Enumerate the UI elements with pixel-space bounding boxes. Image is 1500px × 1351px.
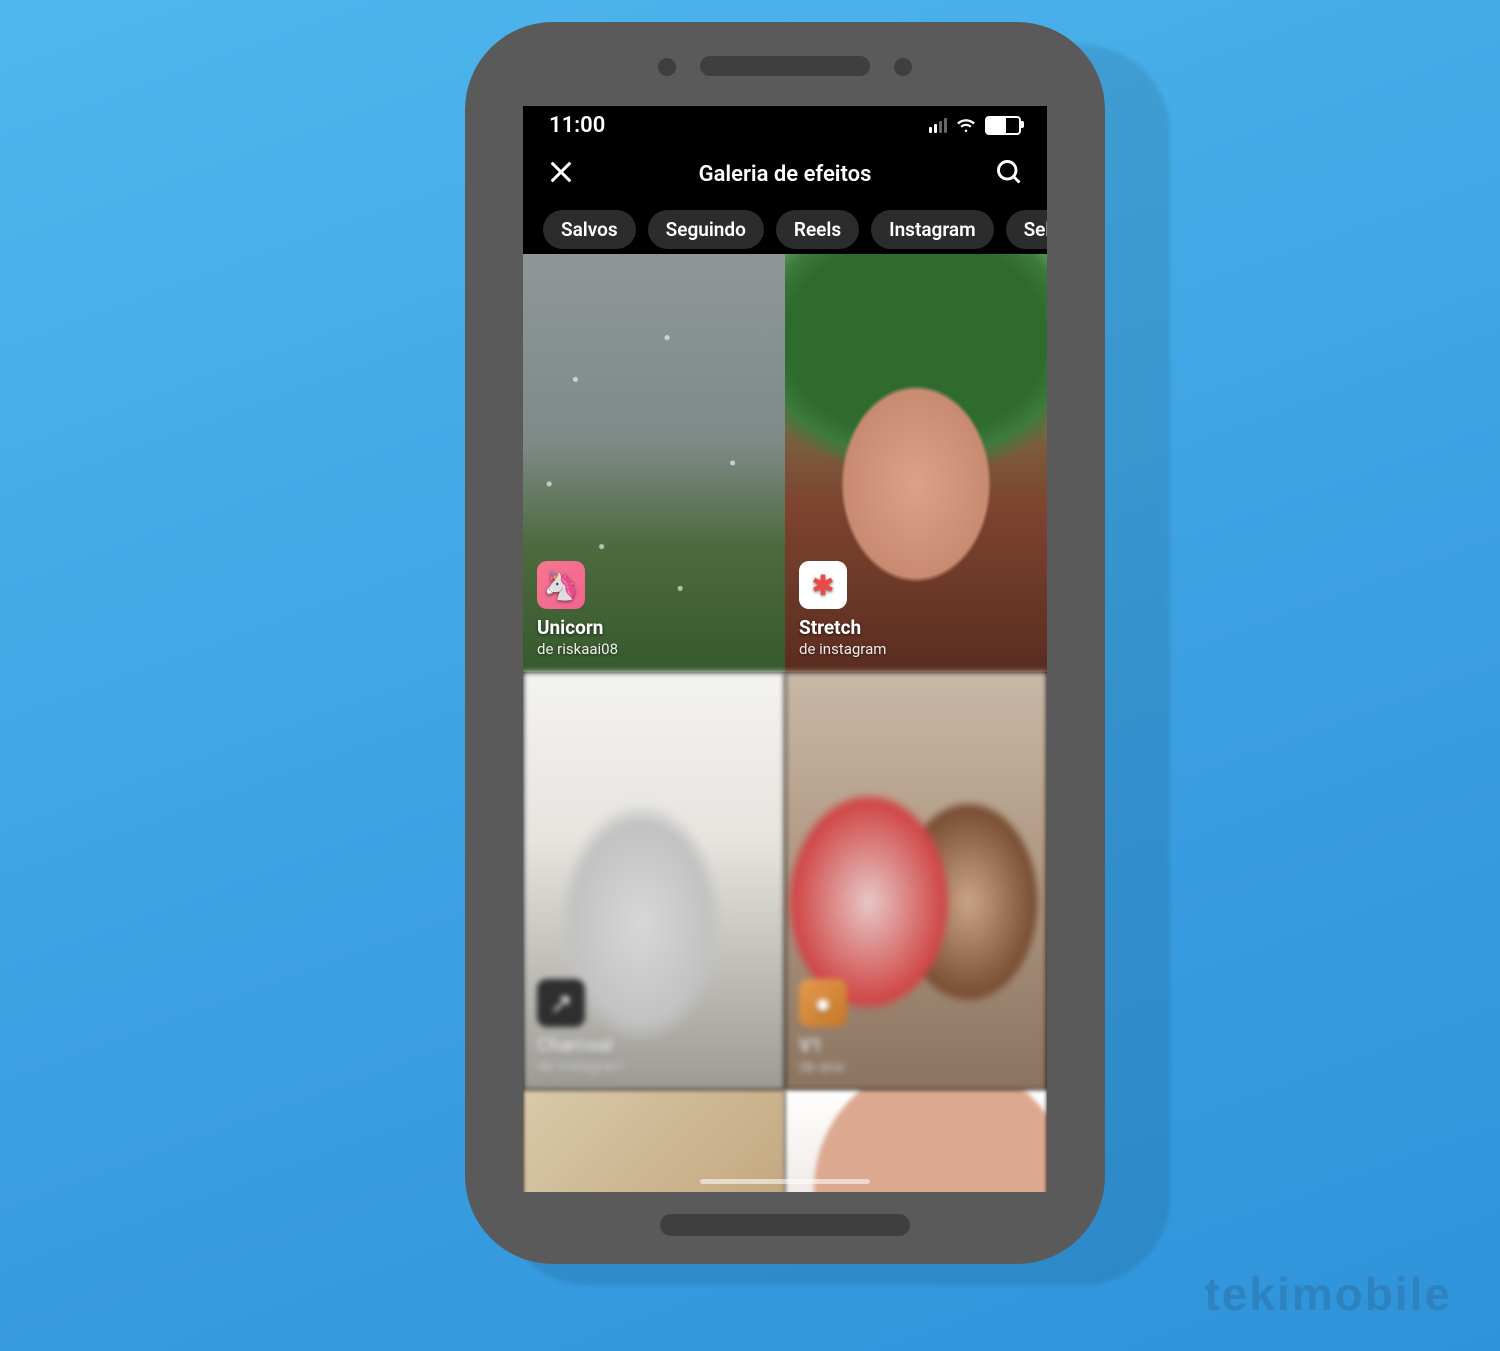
close-button[interactable] (547, 158, 575, 190)
phone-speaker (700, 56, 870, 76)
phone-sensor-left (658, 58, 676, 76)
effect-card: ● V1 de ana (799, 979, 847, 1076)
status-bar: 11:00 (523, 106, 1047, 144)
phone-frame: 11:00 Galeria de efeitos Salvos Seguindo… (465, 22, 1105, 1264)
tab-reels[interactable]: Reels (776, 210, 859, 249)
phone-sensor-right (894, 58, 912, 76)
effect-author: de instagram (537, 1058, 624, 1076)
effect-tile-charcoal[interactable]: ↗ Charcoal de instagram (523, 672, 785, 1090)
phone-home-bar (660, 1214, 910, 1236)
effect-card: ↗ Charcoal de instagram (537, 979, 624, 1076)
close-icon (547, 158, 575, 186)
effect-name: Charcoal (537, 1035, 624, 1058)
tab-instagram[interactable]: Instagram (871, 210, 993, 249)
tab-selfie[interactable]: Selfie (1006, 210, 1047, 249)
effect-card: ✱ Stretch de instagram (799, 561, 886, 658)
battery-icon (985, 116, 1021, 135)
status-icons (929, 116, 1021, 135)
effects-grid: 🦄 Unicorn de riskaai08 ✱ Stretch de inst… (523, 254, 1047, 1192)
filter-tabs[interactable]: Salvos Seguindo Reels Instagram Selfie (523, 204, 1047, 254)
page-title: Galeria de efeitos (699, 162, 872, 187)
header: Galeria de efeitos (523, 144, 1047, 204)
effect-tile-stretch[interactable]: ✱ Stretch de instagram (785, 254, 1047, 672)
effect-icon: 🦄 (537, 561, 585, 609)
effect-name: V1 (799, 1035, 847, 1058)
ios-home-indicator (700, 1179, 870, 1184)
effect-tile-partial-6[interactable] (785, 1090, 1047, 1192)
watermark-logo: tekimobile (1204, 1267, 1452, 1321)
effect-tile-partial-5[interactable] (523, 1090, 785, 1192)
clock: 11:00 (549, 113, 605, 138)
cellular-signal-icon (929, 118, 947, 133)
effect-author: de instagram (799, 640, 886, 658)
app-screen: 11:00 Galeria de efeitos Salvos Seguindo… (523, 106, 1047, 1192)
effect-name: Stretch (799, 617, 886, 640)
effect-author: de riskaai08 (537, 640, 618, 658)
wifi-icon (955, 117, 977, 133)
tab-seguindo[interactable]: Seguindo (648, 210, 764, 249)
effect-icon: ✱ (799, 561, 847, 609)
tab-salvos[interactable]: Salvos (543, 210, 636, 249)
effect-author: de ana (799, 1058, 847, 1076)
effect-icon: ↗ (537, 979, 585, 1027)
effect-icon: ● (799, 979, 847, 1027)
search-icon (995, 158, 1023, 186)
effect-card: 🦄 Unicorn de riskaai08 (537, 561, 618, 658)
effect-tile-unicorn[interactable]: 🦄 Unicorn de riskaai08 (523, 254, 785, 672)
effect-tile-v1[interactable]: ● V1 de ana (785, 672, 1047, 1090)
effect-name: Unicorn (537, 617, 618, 640)
search-button[interactable] (995, 158, 1023, 190)
